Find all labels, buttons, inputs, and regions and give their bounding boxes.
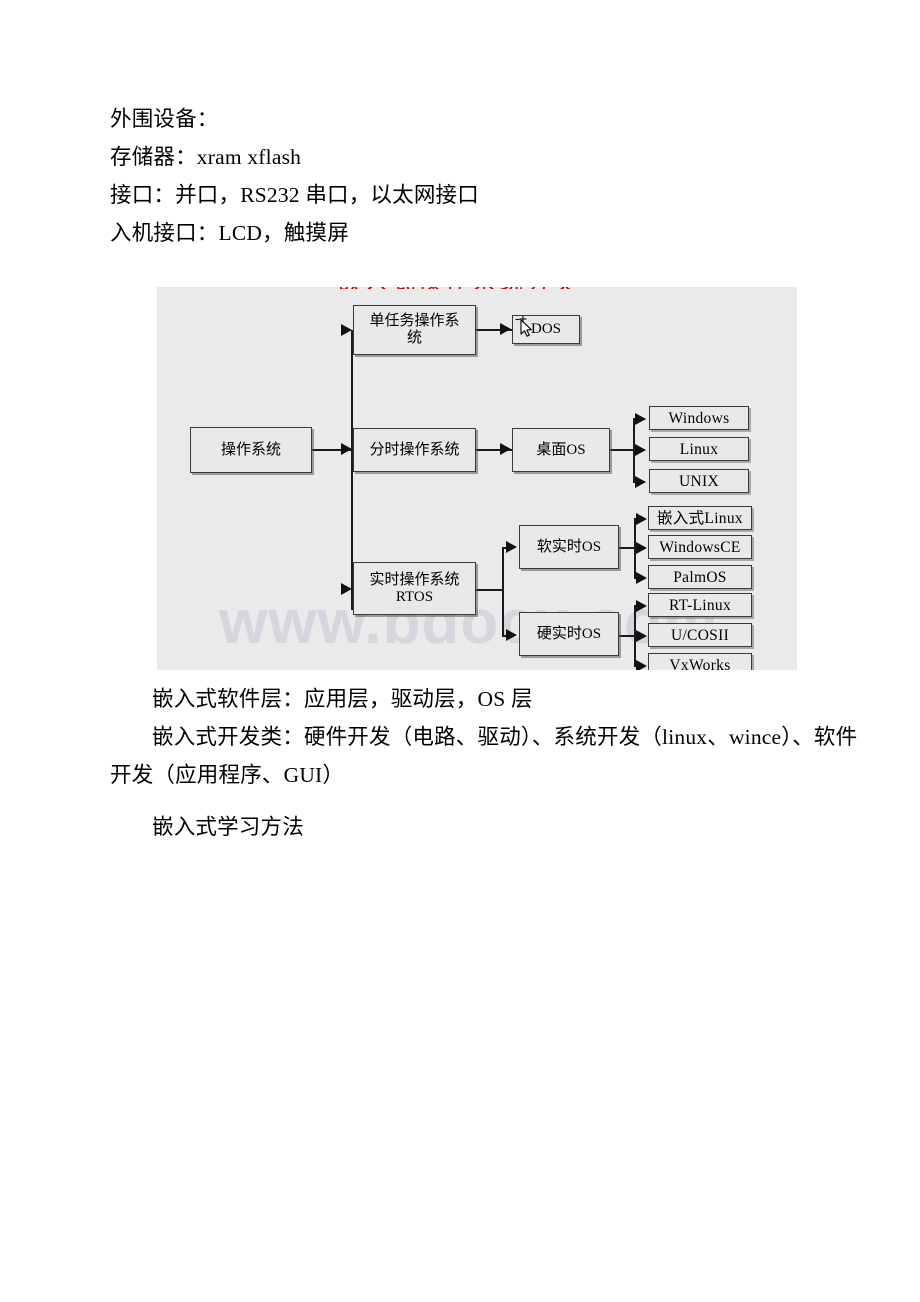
node-dos: DOS: [512, 315, 580, 344]
node-label: 嵌入式Linux: [657, 509, 743, 527]
arrow-to-ucosii: [636, 630, 647, 642]
node-rt-linux: RT-Linux: [648, 593, 752, 617]
node-label: U/COSII: [670, 626, 730, 644]
node-label: 操作系统: [220, 441, 281, 458]
node-label: UNIX: [679, 472, 719, 490]
bottom-text-block: 嵌入式软件层：应用层，驱动层，OS 层 嵌入式开发类：硬件开发（电路、驱动）、系…: [110, 680, 870, 846]
node-label: RT-Linux: [668, 596, 732, 614]
arrow-to-desktop: [500, 443, 511, 455]
os-classification-diagram: 嵌入式操作系统分类 www.bdocx.com 操作系统 单任务操作系 统 DO…: [157, 287, 797, 670]
connector-soft-out: [619, 547, 635, 549]
node-vxworks: VxWorks: [648, 653, 752, 670]
connector-rt-spine: [502, 547, 504, 637]
arrow-to-unix: [635, 476, 646, 488]
arrow-to-soft-rt: [506, 541, 517, 553]
node-label: Linux: [679, 440, 719, 458]
node-label-line2: RTOS: [395, 588, 434, 605]
node-linux: Linux: [649, 437, 749, 461]
node-label: 软实时OS: [536, 538, 602, 555]
node-timeshare-os: 分时操作系统: [353, 428, 476, 472]
node-label-line1: 单任务操作系: [369, 313, 460, 329]
arrow-to-linux: [635, 444, 646, 456]
node-label-line2: 统: [406, 330, 422, 346]
arrow-to-windows: [635, 413, 646, 425]
node-root-operating-system: 操作系统: [190, 427, 312, 473]
node-embedded-linux: 嵌入式Linux: [648, 506, 752, 530]
arrow-to-embedded-linux: [636, 513, 647, 525]
text-line-peripherals: 外围设备：: [110, 107, 219, 131]
node-label: 硬实时OS: [536, 625, 602, 642]
text-line-interface: 接口：并口，RS232 串口，以太网接口: [110, 183, 479, 207]
node-label-line1: 实时操作系统: [369, 571, 460, 588]
node-label: VxWorks: [669, 656, 731, 671]
node-label: 分时操作系统: [369, 441, 460, 458]
node-windows: Windows: [649, 406, 749, 430]
clipped-red-title: 嵌入式操作系统分类: [337, 287, 627, 289]
text-line-memory: 存储器：xram xflash: [110, 145, 302, 169]
document-page: 外围设备： 存储器：xram xflash 接口：并口，RS232 串口，以太网…: [0, 0, 920, 1302]
node-unix: UNIX: [649, 469, 749, 493]
arrow-to-dos: [500, 323, 511, 335]
node-palmos: PalmOS: [648, 565, 752, 589]
node-soft-realtime-os: 软实时OS: [519, 525, 619, 569]
node-desktop-os: 桌面OS: [512, 428, 610, 472]
node-label: Windows: [668, 409, 730, 427]
top-text-block: 外围设备： 存储器：xram xflash 接口：并口，RS232 串口，以太网…: [110, 100, 830, 252]
node-label: WindowsCE: [659, 538, 741, 556]
arrow-to-palmos: [636, 572, 647, 584]
node-windowsce: WindowsCE: [648, 535, 752, 559]
node-rtos: 实时操作系统 RTOS: [353, 562, 476, 615]
arrow-to-timeshare: [341, 443, 352, 455]
text-para-software-layers: 嵌入式软件层：应用层，驱动层，OS 层: [152, 687, 533, 711]
arrow-to-hard-rt: [506, 629, 517, 641]
node-label: PalmOS: [673, 568, 727, 586]
connector-desktop-out: [610, 449, 634, 451]
arrow-to-rt-linux: [636, 600, 647, 612]
text-para-learning-method: 嵌入式学习方法: [152, 815, 304, 839]
node-label: 桌面OS: [536, 441, 586, 458]
connector-hard-out: [619, 635, 635, 637]
arrow-to-windowsce: [636, 542, 647, 554]
node-label: DOS: [530, 321, 561, 337]
node-single-task-os: 单任务操作系 统: [353, 305, 476, 355]
text-para-development-types: 嵌入式开发类：硬件开发（电路、驱动）、系统开发（linux、wince）、软件开…: [110, 725, 858, 787]
node-hard-realtime-os: 硬实时OS: [519, 612, 619, 656]
arrow-to-vxworks: [636, 660, 647, 670]
text-line-hmi: 入机接口：LCD，触摸屏: [110, 221, 349, 245]
connector-rtos-out: [476, 589, 503, 591]
node-ucosii: U/COSII: [648, 623, 752, 647]
